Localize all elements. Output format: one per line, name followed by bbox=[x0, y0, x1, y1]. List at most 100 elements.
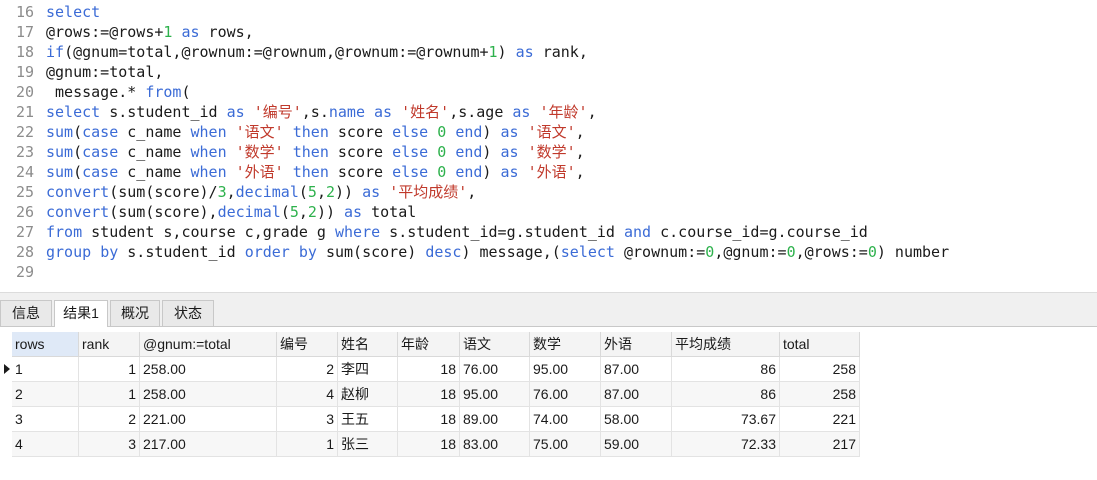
code-token: ) message,( bbox=[461, 243, 561, 261]
code-token: then bbox=[292, 163, 329, 181]
grid-cell[interactable]: 3 bbox=[277, 407, 338, 432]
grid-cell[interactable]: 李四 bbox=[338, 357, 398, 382]
column-header[interactable]: rank bbox=[79, 332, 140, 357]
code-token: rows, bbox=[199, 23, 254, 41]
grid-cell[interactable]: 59.00 bbox=[601, 432, 672, 457]
grid-cell[interactable]: 89.00 bbox=[460, 407, 530, 432]
tab-0[interactable]: 信息 bbox=[0, 300, 52, 326]
grid-cell[interactable]: 217 bbox=[780, 432, 860, 457]
code-token: , bbox=[575, 143, 585, 161]
code-token: as bbox=[374, 103, 393, 121]
code-token: case bbox=[82, 123, 119, 141]
column-header[interactable]: 外语 bbox=[601, 332, 672, 357]
grid-cell[interactable]: 赵柳 bbox=[338, 382, 398, 407]
code-token: '语文' bbox=[235, 123, 284, 141]
line-number: 27 bbox=[15, 223, 34, 241]
code-token: ,@gnum:= bbox=[714, 243, 787, 261]
grid-cell[interactable]: 258 bbox=[780, 382, 860, 407]
code-token: , bbox=[575, 123, 585, 141]
code-token: ,s.age bbox=[449, 103, 513, 121]
grid-cell[interactable]: 张三 bbox=[338, 432, 398, 457]
column-header[interactable]: 平均成绩 bbox=[672, 332, 780, 357]
result-grid[interactable]: rows rank @gnum:=total 编号 姓名 年龄 语文 数学 外语 平均成绩 tota… bbox=[0, 327, 1097, 480]
code-token: (sum(score), bbox=[109, 203, 218, 221]
grid-cell[interactable]: 73.67 bbox=[672, 407, 780, 432]
code-token: s.student_id=g.student_id bbox=[380, 223, 624, 241]
grid-cell[interactable]: 2 bbox=[277, 357, 338, 382]
code-token: else bbox=[392, 123, 429, 141]
grid-cell[interactable]: 86 bbox=[672, 357, 780, 382]
grid-cell[interactable]: 72.33 bbox=[672, 432, 780, 457]
code-token: '数学' bbox=[235, 143, 284, 161]
column-header[interactable]: total bbox=[780, 332, 860, 357]
line-number: 26 bbox=[15, 203, 34, 221]
column-header[interactable]: 姓名 bbox=[338, 332, 398, 357]
grid-cell[interactable]: 4 bbox=[277, 382, 338, 407]
line-number: 25 bbox=[15, 183, 34, 201]
tab-3[interactable]: 状态 bbox=[162, 300, 214, 326]
grid-cell[interactable]: 18 bbox=[398, 382, 460, 407]
code-token: @rows:=@rows+ bbox=[46, 23, 164, 41]
code-text: from student s,course c,grade g where s.… bbox=[46, 222, 868, 242]
code-token: 0 bbox=[705, 243, 715, 261]
column-header[interactable]: 语文 bbox=[460, 332, 530, 357]
grid-cell[interactable]: 76.00 bbox=[460, 357, 530, 382]
grid-cell[interactable]: 1 bbox=[79, 357, 140, 382]
grid-cell[interactable]: 83.00 bbox=[460, 432, 530, 457]
grid-cell[interactable]: 1 bbox=[277, 432, 338, 457]
grid-cell[interactable]: 95.00 bbox=[530, 357, 601, 382]
code-token: ( bbox=[73, 143, 83, 161]
grid-cell[interactable]: 87.00 bbox=[601, 357, 672, 382]
grid-cell[interactable]: 18 bbox=[398, 357, 460, 382]
grid-cell[interactable]: 2 bbox=[79, 407, 140, 432]
grid-cell[interactable]: 1 bbox=[79, 382, 140, 407]
grid-cell[interactable]: 2 bbox=[12, 382, 79, 407]
grid-cell[interactable]: 221 bbox=[780, 407, 860, 432]
code-token: ,s. bbox=[301, 103, 329, 121]
grid-cell[interactable]: 76.00 bbox=[530, 382, 601, 407]
grid-cell[interactable]: 75.00 bbox=[530, 432, 601, 457]
grid-cell[interactable]: 3 bbox=[79, 432, 140, 457]
code-token: score bbox=[328, 163, 393, 181]
code-token: end bbox=[455, 163, 483, 181]
code-token: as bbox=[344, 203, 363, 221]
column-header[interactable]: rows bbox=[12, 332, 79, 357]
tab-2[interactable]: 概况 bbox=[110, 300, 160, 326]
grid-cell[interactable]: 1 bbox=[12, 357, 79, 382]
grid-cell[interactable]: 87.00 bbox=[601, 382, 672, 407]
grid-cell[interactable]: 4 bbox=[12, 432, 79, 457]
column-header[interactable]: 数学 bbox=[530, 332, 601, 357]
sql-editor[interactable]: 16 select 17 @rows:=@rows+1 as rows, 18 if(@g… bbox=[0, 0, 1097, 292]
grid-cell[interactable]: 258.00 bbox=[140, 357, 277, 382]
code-token: 5 bbox=[307, 183, 317, 201]
grid-cell[interactable]: 95.00 bbox=[460, 382, 530, 407]
code-text: select s.student_id as '编号',s.name as '姓… bbox=[46, 102, 597, 122]
column-header[interactable]: 编号 bbox=[277, 332, 338, 357]
grid-cell[interactable]: 18 bbox=[398, 407, 460, 432]
grid-cell[interactable]: 258.00 bbox=[140, 382, 277, 407]
tab-1[interactable]: 结果1 bbox=[54, 300, 108, 327]
grid-cell[interactable]: 王五 bbox=[338, 407, 398, 432]
grid-cell[interactable]: 221.00 bbox=[140, 407, 277, 432]
column-header[interactable]: 年龄 bbox=[398, 332, 460, 357]
code-token: ( bbox=[181, 83, 191, 101]
grid-cell[interactable]: 58.00 bbox=[601, 407, 672, 432]
grid-cell[interactable]: 86 bbox=[672, 382, 780, 407]
grid-cell[interactable]: 217.00 bbox=[140, 432, 277, 457]
grid-cell[interactable]: 3 bbox=[12, 407, 79, 432]
grid-cell[interactable]: 258 bbox=[780, 357, 860, 382]
result-tabs: 信息 结果1 概况 状态 bbox=[0, 298, 1097, 327]
code-token: else bbox=[392, 143, 429, 161]
grid-cell[interactable]: 18 bbox=[398, 432, 460, 457]
line-number: 19 bbox=[15, 63, 34, 81]
column-header[interactable]: @gnum:=total bbox=[140, 332, 277, 357]
grid-cell[interactable]: 74.00 bbox=[530, 407, 601, 432]
